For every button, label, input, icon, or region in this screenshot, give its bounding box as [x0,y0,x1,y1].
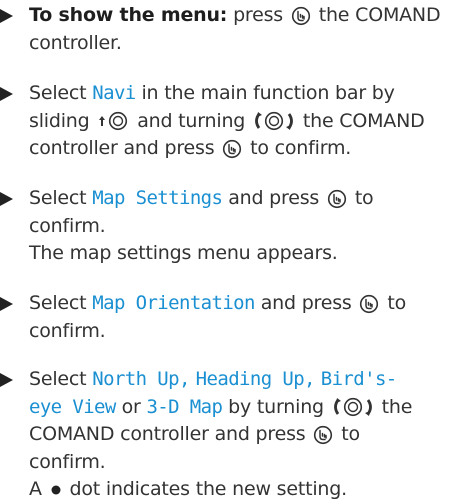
step-arrow-icon [0,373,13,387]
option-heading-up: Heading Up, [195,368,316,390]
step-show-menu: To show the menu: press the COMAND contr… [0,2,458,57]
menu-item-map-orientation: Map Orientation [92,292,255,314]
step-arrow-icon [0,297,13,311]
turn-controller-icon [332,397,374,417]
menu-item-navi: Navi [92,82,136,104]
press-controller-icon [359,294,379,314]
option-north-up: North Up, [92,368,190,390]
press-controller-icon [291,6,311,26]
press-controller-icon [327,189,347,209]
result-text: The map settings menu appears. [29,242,338,264]
menu-item-map-settings: Map Settings [92,187,223,209]
step-arrow-icon [0,9,13,23]
option-birds-eye-view: Bird's- [320,368,397,390]
slide-up-controller-icon [97,111,129,131]
option-3d-map: 3-D Map [146,395,223,418]
step-select-orientation-option: Select North Up, Heading Up, Bird's- eye… [0,366,458,504]
step-select-map-orientation: Select Map Orientation and press to conf… [0,290,458,345]
press-controller-icon [222,139,242,159]
press-controller-icon [313,425,333,445]
option-birds-eye-view: eye View [29,395,116,418]
turn-controller-icon [253,111,295,131]
selection-dot-icon [50,484,62,496]
step-heading: To show the menu: [29,4,228,26]
instruction-page: To show the menu: press the COMAND contr… [0,0,458,503]
step-arrow-icon [0,87,13,101]
step-arrow-icon [0,192,13,206]
step-select-map-settings: Select Map Settings and press to confirm… [0,185,458,268]
step-select-navi: Select Navi in the main function bar by … [0,80,458,163]
